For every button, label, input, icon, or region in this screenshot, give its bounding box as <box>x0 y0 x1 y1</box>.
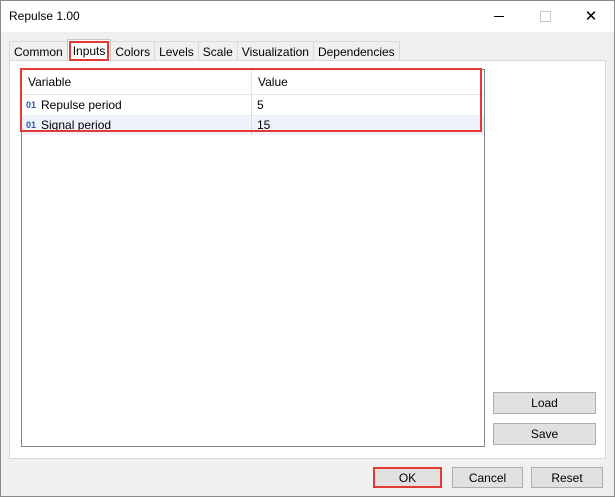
tab-scale[interactable]: Scale <box>197 41 238 61</box>
value-cell[interactable]: 5 <box>252 95 484 115</box>
title-bar: Repulse 1.00 ✕ <box>1 1 614 32</box>
tab-common[interactable]: Common <box>9 41 68 61</box>
variable-cell: 01 Signal period <box>22 115 252 135</box>
tab-inputs[interactable]: Inputs <box>66 39 112 61</box>
tab-label: Inputs <box>68 40 110 61</box>
ok-button[interactable]: OK <box>373 467 442 488</box>
tab-label: Scale <box>202 44 233 59</box>
dialog-window: Repulse 1.00 ✕ Common Inputs Colors Leve… <box>0 0 615 497</box>
minimize-icon <box>494 16 504 17</box>
close-icon: ✕ <box>584 8 598 25</box>
table-row[interactable]: 01 Signal period 15 <box>22 115 484 135</box>
tab-visualization[interactable]: Visualization <box>236 41 314 61</box>
close-button[interactable]: ✕ <box>568 1 614 32</box>
grid-header: Variable Value <box>22 70 484 95</box>
cancel-button[interactable]: Cancel <box>452 467 523 488</box>
tab-levels[interactable]: Levels <box>154 41 199 61</box>
tab-label: Levels <box>159 44 194 59</box>
column-header-variable[interactable]: Variable <box>22 70 252 94</box>
tab-label: Colors <box>115 44 151 59</box>
table-row[interactable]: 01 Repulse period 5 <box>22 95 484 115</box>
inputs-panel: Variable Value 01 Repulse period 5 01 Si… <box>9 60 606 459</box>
variable-name: Repulse period <box>41 98 122 112</box>
tab-dependencies[interactable]: Dependencies <box>312 41 400 61</box>
minimize-button[interactable] <box>476 1 522 32</box>
tab-label: Visualization <box>241 44 309 59</box>
tab-colors[interactable]: Colors <box>110 41 156 61</box>
integer-type-icon: 01 <box>26 120 37 130</box>
integer-type-icon: 01 <box>26 100 37 110</box>
window-title: Repulse 1.00 <box>9 9 80 23</box>
maximize-icon <box>539 11 551 22</box>
maximize-button <box>522 1 568 32</box>
value-cell[interactable]: 15 <box>252 115 484 135</box>
reset-button[interactable]: Reset <box>531 467 603 488</box>
tab-strip: Common Inputs Colors Levels Scale Visual… <box>9 39 400 61</box>
save-button[interactable]: Save <box>493 423 596 445</box>
tab-label: Common <box>14 44 63 59</box>
column-header-value[interactable]: Value <box>252 70 484 94</box>
inputs-grid: Variable Value 01 Repulse period 5 01 Si… <box>21 69 485 447</box>
tab-label: Dependencies <box>317 44 395 59</box>
load-button[interactable]: Load <box>493 392 596 414</box>
variable-cell: 01 Repulse period <box>22 95 252 115</box>
variable-name: Signal period <box>41 118 112 132</box>
